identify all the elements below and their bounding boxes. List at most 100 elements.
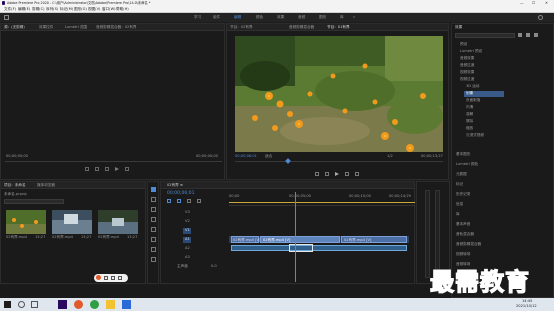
taskbar-browser-icon[interactable]: [90, 300, 99, 309]
step-back-frame-icon[interactable]: [325, 172, 329, 176]
effects-item-page-peel[interactable]: 页面剥落: [466, 98, 480, 103]
search-icon[interactable]: [538, 15, 543, 20]
workspace-more[interactable]: »: [353, 15, 355, 20]
section-markers[interactable]: 标记: [456, 182, 463, 187]
section-metadata[interactable]: 元数据: [456, 172, 467, 177]
menu-clip[interactable]: 剪辑(C): [32, 8, 45, 12]
step-forward-icon[interactable]: [125, 167, 129, 171]
32bit-effects-icon[interactable]: [526, 33, 530, 37]
timeline-settings-icon[interactable]: [197, 199, 201, 203]
accelerated-effects-icon[interactable]: [518, 33, 522, 37]
close-button[interactable]: ✕: [545, 1, 548, 6]
menu-help[interactable]: 帮助(H): [116, 8, 129, 12]
minimize-button[interactable]: —: [520, 1, 524, 6]
effects-item-video-effects[interactable]: 视频效果: [460, 70, 474, 75]
track-label-v3[interactable]: V3: [185, 210, 190, 215]
source-scrubber[interactable]: [5, 161, 222, 162]
ripple-edit-tool-icon[interactable]: [151, 207, 156, 212]
maximize-button[interactable]: ☐: [532, 1, 535, 6]
effects-item-audio-effects[interactable]: 音频效果: [460, 56, 474, 61]
menu-graphics[interactable]: 图形(G): [74, 8, 87, 12]
razor-tool-icon[interactable]: [151, 217, 156, 222]
snap-icon[interactable]: [167, 199, 171, 203]
playhead-icon[interactable]: [285, 158, 291, 164]
program-play-icon[interactable]: [335, 172, 339, 176]
workspace-effects[interactable]: 效果: [277, 15, 284, 20]
selection-tool-icon[interactable]: [151, 187, 156, 192]
resolution-dropdown[interactable]: 1/2: [387, 154, 393, 159]
toolbar-app-icon[interactable]: [96, 275, 101, 280]
track-select-tool-icon[interactable]: [151, 197, 156, 202]
tab-audio-clip-mixer[interactable]: 音频剪辑混合器：02有界: [96, 25, 137, 30]
workspace-libraries[interactable]: 库: [340, 15, 344, 20]
track-label-v2[interactable]: V2: [185, 219, 190, 224]
effects-item-dissolve[interactable]: 溶解: [466, 112, 473, 117]
menu-window[interactable]: 窗口(W): [102, 8, 116, 12]
tab-effect-controls[interactable]: 效果控件: [39, 25, 53, 30]
workspace-learn[interactable]: 学习: [194, 15, 201, 20]
menu-edit[interactable]: 编辑(E): [18, 8, 30, 12]
step-forward-frame-icon[interactable]: [345, 172, 349, 176]
effects-item-presets[interactable]: 预设: [460, 42, 467, 47]
step-back-icon[interactable]: [105, 167, 109, 171]
timeline-ruler[interactable]: 00;00 00;00;05;00 00;00;10;00 00;00;14;2…: [229, 192, 415, 206]
tab-lumetri-scopes[interactable]: Lumetri 范围: [65, 25, 87, 30]
linked-selection-icon[interactable]: [177, 199, 181, 203]
tab-program-02[interactable]: 节目：02有界: [230, 25, 253, 30]
workspace-graphics[interactable]: 图形: [319, 15, 326, 20]
workspace-audio[interactable]: 音频: [298, 15, 305, 20]
workspace-color[interactable]: 颜色: [256, 15, 263, 20]
effects-item-zoom[interactable]: 缩放: [466, 126, 473, 131]
section-libraries[interactable]: 库: [456, 212, 460, 217]
section-lumetri-color[interactable]: Lumetri 颜色: [456, 162, 478, 167]
menu-marker[interactable]: 标记(M): [60, 8, 73, 12]
taskbar-app-icon-5[interactable]: [122, 300, 131, 309]
section-history[interactable]: 历史记录: [456, 192, 470, 197]
master-volume-value[interactable]: 0.0: [211, 264, 217, 269]
effects-search-input[interactable]: [455, 33, 515, 38]
go-to-out-icon[interactable]: [355, 172, 359, 176]
tab-audio-clip-mixer-2[interactable]: 音频剪辑混合器: [289, 25, 314, 30]
timeline-timecode[interactable]: 00;00;06;01: [167, 191, 194, 197]
go-to-in-icon[interactable]: [315, 172, 319, 176]
selected-audio-region[interactable]: [289, 244, 313, 252]
taskbar-premiere-icon[interactable]: [58, 300, 67, 309]
project-search-input[interactable]: [4, 199, 64, 204]
tab-source[interactable]: 源：(无剪辑): [4, 25, 25, 30]
tab-program-01[interactable]: 节目：01有界: [327, 25, 350, 30]
workspace-editing[interactable]: 编辑: [234, 15, 241, 20]
task-view-icon[interactable]: [31, 301, 38, 308]
program-scrubber[interactable]: [235, 161, 443, 162]
toolbar-icon-4[interactable]: [118, 276, 122, 280]
play-icon[interactable]: [115, 167, 119, 171]
taskbar-app-icon-2[interactable]: [74, 300, 83, 309]
hand-tool-icon[interactable]: [151, 247, 156, 252]
tab-project[interactable]: 项目：未命名: [4, 183, 26, 188]
mark-out-icon[interactable]: [95, 167, 99, 171]
effects-item-video-transitions[interactable]: 视频过渡: [460, 77, 474, 82]
effects-item-slide[interactable]: 内滑: [466, 105, 473, 110]
menu-view[interactable]: 视图(V): [88, 8, 100, 12]
track-label-a1[interactable]: A1: [185, 237, 190, 242]
section-essential-sound[interactable]: 基本声音: [456, 222, 470, 227]
tab-media-browser[interactable]: 媒体浏览器: [37, 183, 55, 188]
effects-item-3d-motion[interactable]: 3D 运动: [466, 84, 479, 89]
video-clip-2[interactable]: 02有界.mp4 [V]: [260, 236, 340, 243]
fit-dropdown[interactable]: 适合: [265, 154, 272, 159]
taskbar-search-icon[interactable]: [18, 301, 25, 308]
section-video-transitions[interactable]: 视频转场: [456, 252, 470, 257]
playhead-line[interactable]: [295, 192, 296, 282]
section-info[interactable]: 信息: [456, 202, 463, 207]
home-icon[interactable]: [4, 15, 9, 20]
audio-clip-a1[interactable]: [231, 245, 407, 251]
program-timecode[interactable]: 00;00;06;01: [235, 154, 257, 159]
add-marker-icon[interactable]: [187, 199, 191, 203]
section-audio-clip-mixer[interactable]: 音频剪辑混合器: [456, 242, 481, 247]
toolbar-icon-2[interactable]: [104, 276, 108, 280]
slip-tool-icon[interactable]: [151, 227, 156, 232]
menu-sequence[interactable]: 序列(S): [46, 8, 58, 12]
effects-item-iris[interactable]: 划像: [466, 91, 473, 96]
video-clip-3[interactable]: 02有界.mp4 [V]: [341, 236, 407, 243]
effects-item-lumetri-presets[interactable]: Lumetri 预设: [460, 49, 482, 54]
yuv-effects-icon[interactable]: [534, 33, 538, 37]
